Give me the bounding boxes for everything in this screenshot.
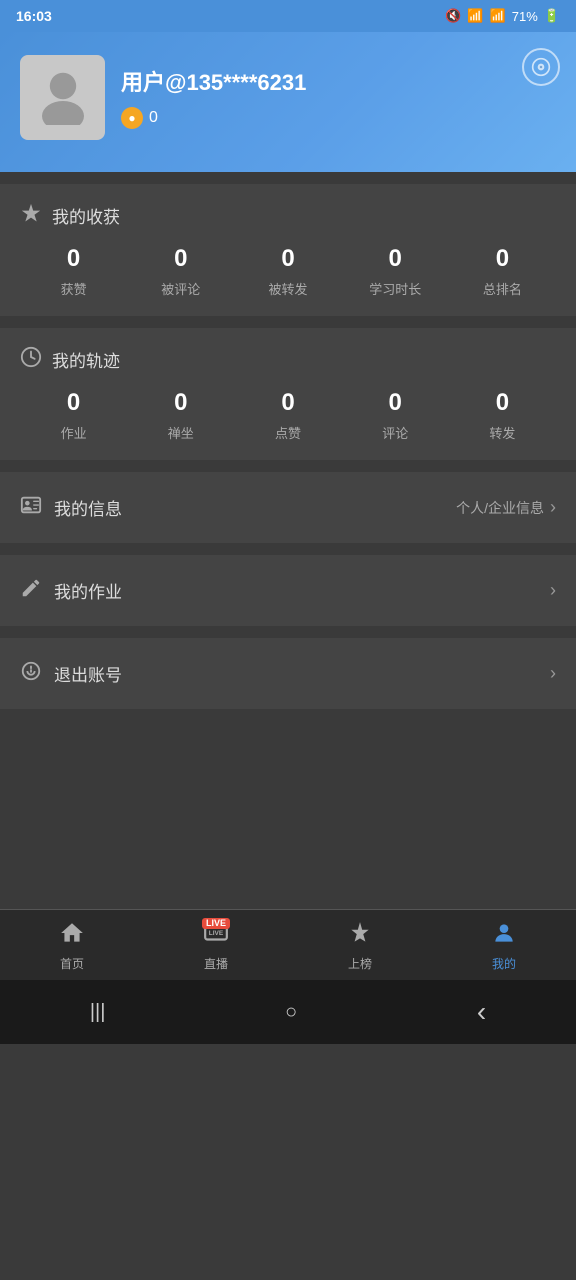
my-homework-right: › (550, 580, 556, 601)
svg-text:LIVE: LIVE (209, 930, 224, 937)
profile-username: 用户@135****6231 (121, 65, 556, 97)
chevron-icon: › (550, 580, 556, 601)
nav-item-rank[interactable]: 上榜 (288, 920, 432, 972)
battery-text: 71% (512, 9, 538, 24)
achievements-stats: 0 获赞 0 被评论 0 被转发 0 学习时长 0 总排名 (20, 245, 556, 298)
logout-left: 退出账号 (20, 660, 122, 687)
homework-section: 我的作业 › (0, 555, 576, 626)
stat-value: 0 (174, 245, 187, 273)
info-section: 我的信息 个人/企业信息 › (0, 472, 576, 543)
stat-label: 作业 (61, 423, 87, 442)
stat-value: 0 (281, 245, 294, 273)
mute-icon: 🔇 (445, 8, 461, 24)
stat-label: 评论 (382, 423, 408, 442)
home-nav-label: 首页 (60, 955, 84, 972)
home-nav-icon (59, 920, 85, 951)
my-info-row[interactable]: 我的信息 个人/企业信息 › (0, 472, 576, 543)
coin-icon: ● (121, 107, 143, 129)
stat-value: 0 (281, 389, 294, 417)
my-info-right: 个人/企业信息 › (456, 497, 556, 518)
my-info-left: 我的信息 (20, 494, 122, 521)
signal-icon: 📶 (490, 8, 506, 24)
profile-info: 用户@135****6231 ● 0 (121, 65, 556, 129)
stat-item: 0 转发 (449, 389, 556, 442)
stat-item: 0 评论 (342, 389, 449, 442)
stat-item: 0 学习时长 (342, 245, 449, 298)
achievements-icon (20, 202, 42, 229)
battery-icon: 🔋 (544, 8, 560, 24)
recent-button[interactable]: ||| (70, 997, 126, 1028)
avatar[interactable] (20, 55, 105, 140)
android-nav: ||| ○ ‹ (0, 980, 576, 1044)
rank-nav-icon (347, 920, 373, 951)
bottom-nav: 首页 LIVELIVE 直播 上榜 我的 (0, 909, 576, 980)
trajectory-title: 我的轨迹 (20, 346, 556, 373)
status-bar: 16:03 🔇 📶 📶 71% 🔋 (0, 0, 576, 32)
mine-nav-label: 我的 (492, 955, 516, 972)
live-nav-icon: LIVELIVE (203, 920, 229, 951)
stat-item: 0 禅坐 (127, 389, 234, 442)
stat-item: 0 点赞 (234, 389, 341, 442)
nav-item-mine[interactable]: 我的 (432, 920, 576, 972)
nav-item-live[interactable]: LIVELIVE 直播 (144, 920, 288, 972)
profile-header: 用户@135****6231 ● 0 (0, 32, 576, 172)
stat-label: 被评论 (161, 279, 200, 298)
stat-item: 0 作业 (20, 389, 127, 442)
chevron-icon: › (550, 497, 556, 518)
stat-item: 0 被转发 (234, 245, 341, 298)
home-button[interactable]: ○ (265, 997, 317, 1028)
achievements-section: 我的收获 0 获赞 0 被评论 0 被转发 0 学习时长 0 总排名 (0, 184, 576, 316)
logout-icon (20, 660, 42, 687)
homework-icon (20, 577, 42, 604)
avatar-icon (33, 65, 93, 130)
stat-item: 0 总排名 (449, 245, 556, 298)
achievements-title: 我的收获 (20, 202, 556, 229)
profile-coins: ● 0 (121, 107, 556, 129)
stat-label: 总排名 (483, 279, 522, 298)
live-nav-label: 直播 (204, 955, 228, 972)
mine-nav-icon (491, 920, 517, 951)
trajectory-icon (20, 346, 42, 373)
stat-value: 0 (67, 389, 80, 417)
trajectory-stats: 0 作业 0 禅坐 0 点赞 0 评论 0 转发 (20, 389, 556, 442)
nav-item-home[interactable]: 首页 (0, 920, 144, 972)
stat-item: 0 被评论 (127, 245, 234, 298)
stat-value: 0 (67, 245, 80, 273)
stat-item: 0 获赞 (20, 245, 127, 298)
stat-label: 点赞 (275, 423, 301, 442)
trajectory-section: 我的轨迹 0 作业 0 禅坐 0 点赞 0 评论 0 转发 (0, 328, 576, 460)
stat-label: 被转发 (269, 279, 308, 298)
stat-value: 0 (174, 389, 187, 417)
stat-value: 0 (496, 389, 509, 417)
status-right: 🔇 📶 📶 71% 🔋 (445, 8, 560, 24)
info-icon (20, 494, 42, 521)
back-button[interactable]: ‹ (457, 992, 506, 1032)
stat-value: 0 (389, 389, 402, 417)
stat-value: 0 (389, 245, 402, 273)
rank-nav-label: 上榜 (348, 955, 372, 972)
my-homework-left: 我的作业 (20, 577, 122, 604)
camera-button[interactable] (522, 48, 560, 86)
logout-right: › (550, 663, 556, 684)
my-homework-row[interactable]: 我的作业 › (0, 555, 576, 626)
status-time: 16:03 (16, 8, 52, 24)
wifi-icon: 📶 (467, 8, 483, 24)
logout-section: 退出账号 › (0, 638, 576, 709)
coin-count: 0 (149, 109, 158, 127)
stat-label: 禅坐 (168, 423, 194, 442)
empty-area (0, 709, 576, 909)
chevron-icon: › (550, 663, 556, 684)
stat-value: 0 (496, 245, 509, 273)
stat-label: 转发 (489, 423, 515, 442)
logout-row[interactable]: 退出账号 › (0, 638, 576, 709)
stat-label: 获赞 (61, 279, 87, 298)
stat-label: 学习时长 (369, 279, 421, 298)
